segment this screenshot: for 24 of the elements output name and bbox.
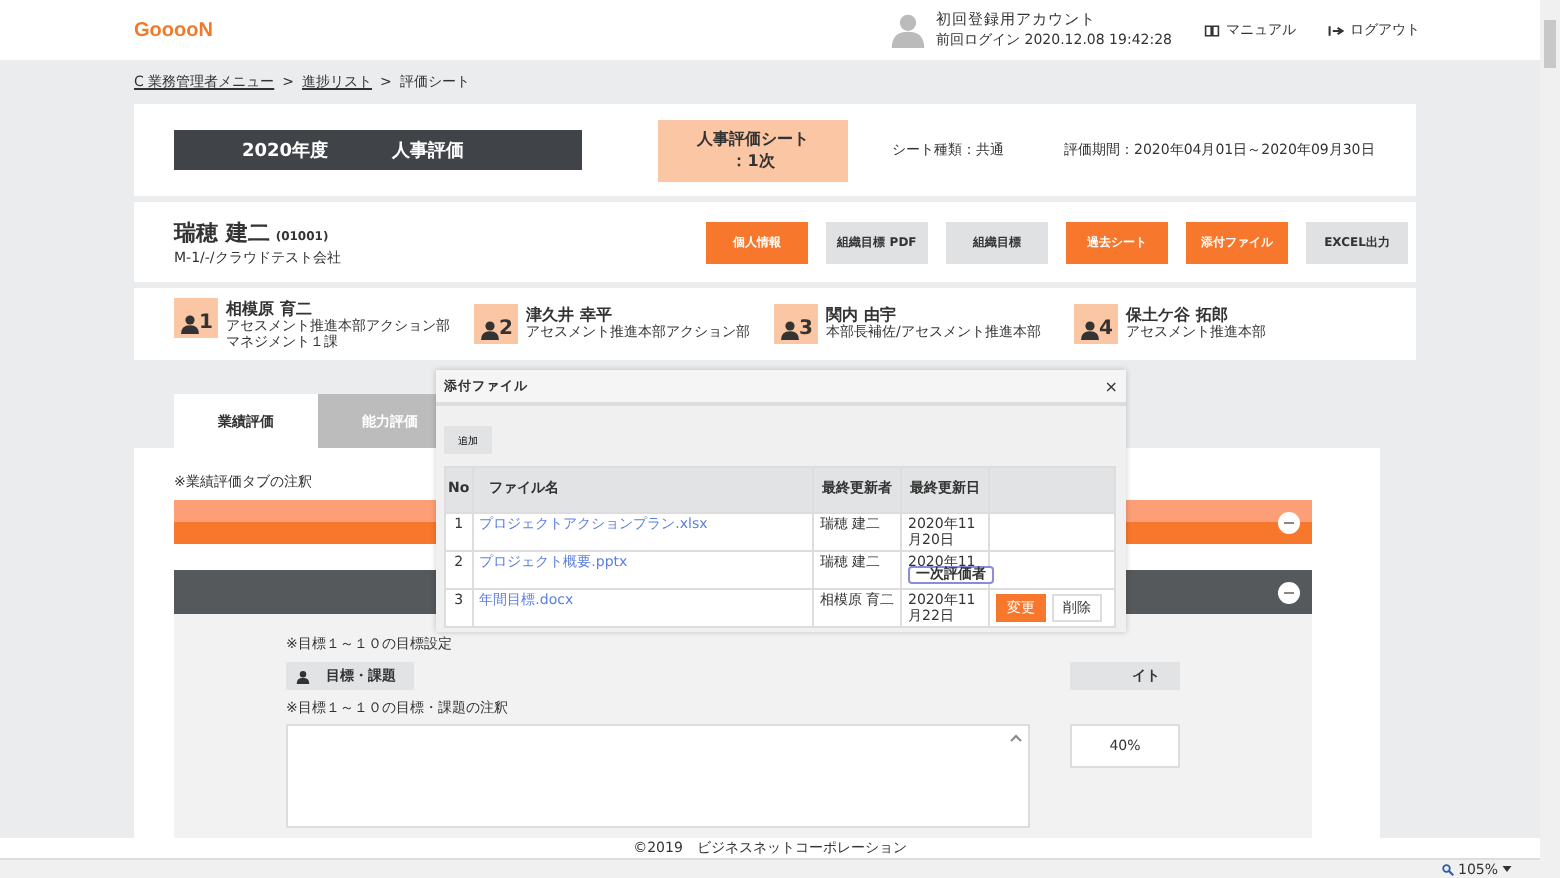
person-name: 瑞穂 建二 [174, 217, 270, 247]
scroll-up-icon[interactable] [1010, 734, 1022, 742]
logo: GooooN [134, 19, 213, 41]
evaluator-badge: 4 [1074, 304, 1118, 344]
evaluator-name: 保土ケ谷 拓郎 [1126, 304, 1230, 325]
evaluator-name: 関内 由宇 [826, 304, 898, 324]
book-icon [1204, 23, 1220, 37]
collapse-icon[interactable] [1278, 511, 1300, 533]
evaluator-badge: 1 [174, 297, 218, 338]
avatar-icon [890, 12, 927, 48]
collapse-icon[interactable] [1278, 581, 1300, 603]
sheet-name: ：1次 [731, 150, 775, 172]
evaluator-badge: 2 [474, 304, 518, 344]
person-icon [296, 669, 310, 683]
evaluator-name: 相模原 育二 [226, 297, 314, 319]
close-button[interactable]: × [1104, 377, 1118, 395]
sheet-name: 人事評価シート [697, 128, 809, 150]
scrollbar[interactable] [1540, 0, 1560, 878]
zoom-icon [1441, 863, 1454, 875]
evaluator-badge: 3 [774, 304, 818, 344]
dropdown-arrow-icon[interactable] [1502, 866, 1512, 872]
logout-icon [1328, 23, 1344, 37]
sheet-title-bar: 2020年度 人事評価 [174, 130, 582, 170]
evaluator-name: 津久井 幸平 [526, 304, 614, 325]
